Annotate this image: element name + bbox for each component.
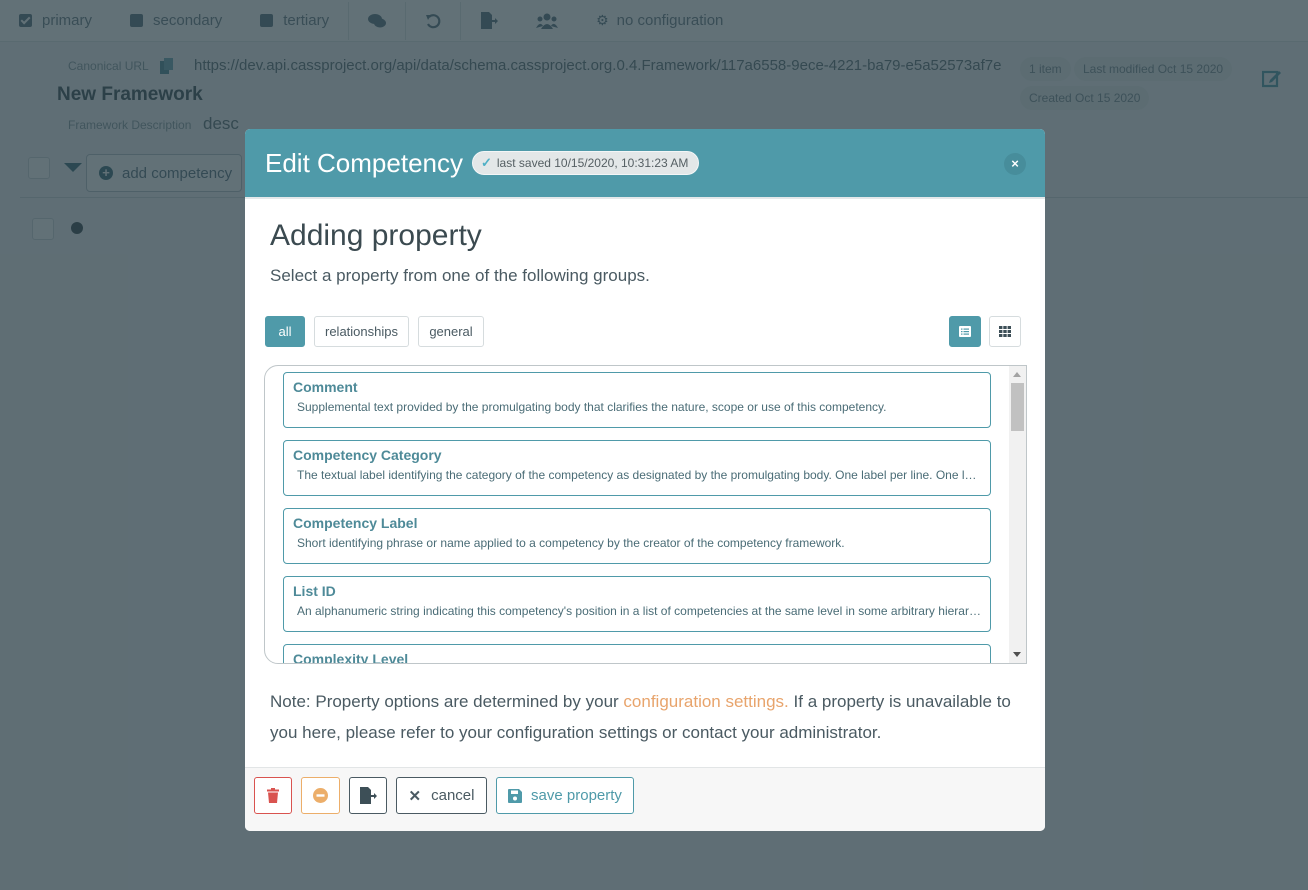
modal-body: Adding property Select a property from o… (245, 199, 1045, 767)
property-option-comment[interactable]: Comment Supplemental text provided by th… (283, 372, 991, 428)
export-button[interactable] (349, 777, 387, 814)
filter-relationships-button[interactable]: relationships (314, 316, 409, 347)
modal-footer: ✕ cancel save property (245, 767, 1045, 831)
list-icon (959, 326, 971, 337)
save-icon (508, 788, 523, 803)
property-name: Complexity Level (293, 651, 409, 664)
save-property-label: save property (531, 787, 622, 804)
property-description: Short identifying phrase or name applied… (297, 536, 845, 550)
property-description: The textual label identifying the catego… (297, 468, 981, 482)
list-view-button[interactable] (949, 316, 981, 347)
save-property-button[interactable]: save property (496, 777, 634, 814)
property-description: Supplemental text provided by the promul… (297, 400, 887, 414)
configuration-settings-link[interactable]: configuration settings. (623, 692, 788, 711)
cancel-button[interactable]: ✕ cancel (396, 777, 487, 814)
close-button[interactable]: × (1004, 153, 1026, 175)
note-prefix: Note: Property options are determined by… (270, 692, 624, 711)
last-saved-badge: ✓ last saved 10/15/2020, 10:31:23 AM (471, 151, 700, 175)
property-list: Comment Supplemental text provided by th… (283, 372, 991, 664)
times-icon: ✕ (408, 787, 422, 805)
scroll-down-arrow-icon[interactable] (1013, 652, 1021, 657)
configuration-note: Note: Property options are determined by… (270, 686, 1030, 748)
file-export-icon (360, 787, 377, 804)
property-description: An alphanumeric string indicating this c… (297, 604, 981, 618)
edit-competency-modal: Edit Competency ✓ last saved 10/15/2020,… (245, 129, 1045, 831)
property-name: Competency Category (293, 447, 442, 463)
remove-button[interactable] (301, 777, 340, 814)
trash-icon (267, 788, 279, 803)
modal-header: Edit Competency ✓ last saved 10/15/2020,… (245, 129, 1045, 199)
scroll-up-arrow-icon[interactable] (1013, 372, 1021, 377)
property-name: Comment (293, 379, 358, 395)
grid-view-button[interactable] (989, 316, 1021, 347)
property-option-complexity-level[interactable]: Complexity Level (283, 644, 991, 664)
property-option-competency-category[interactable]: Competency Category The textual label id… (283, 440, 991, 496)
delete-button[interactable] (254, 777, 292, 814)
last-saved-text: last saved 10/15/2020, 10:31:23 AM (496, 156, 689, 170)
property-option-competency-label[interactable]: Competency Label Short identifying phras… (283, 508, 991, 564)
grid-icon (999, 326, 1011, 337)
property-list-container: Comment Supplemental text provided by th… (264, 365, 1027, 664)
property-name: List ID (293, 583, 336, 599)
modal-title: Edit Competency (265, 147, 463, 178)
property-option-list-id[interactable]: List ID An alphanumeric string indicatin… (283, 576, 991, 632)
property-name: Competency Label (293, 515, 418, 531)
filter-all-button[interactable]: all (265, 316, 305, 347)
property-list-scrollbar[interactable] (1009, 366, 1026, 663)
filter-general-button[interactable]: general (418, 316, 484, 347)
check-icon: ✓ (480, 155, 492, 170)
adding-property-heading: Adding property (270, 219, 482, 252)
scrollbar-thumb[interactable] (1011, 383, 1024, 431)
cancel-label: cancel (431, 787, 475, 804)
adding-property-subheading: Select a property from one of the follow… (270, 266, 650, 285)
minus-circle-icon (313, 788, 328, 803)
